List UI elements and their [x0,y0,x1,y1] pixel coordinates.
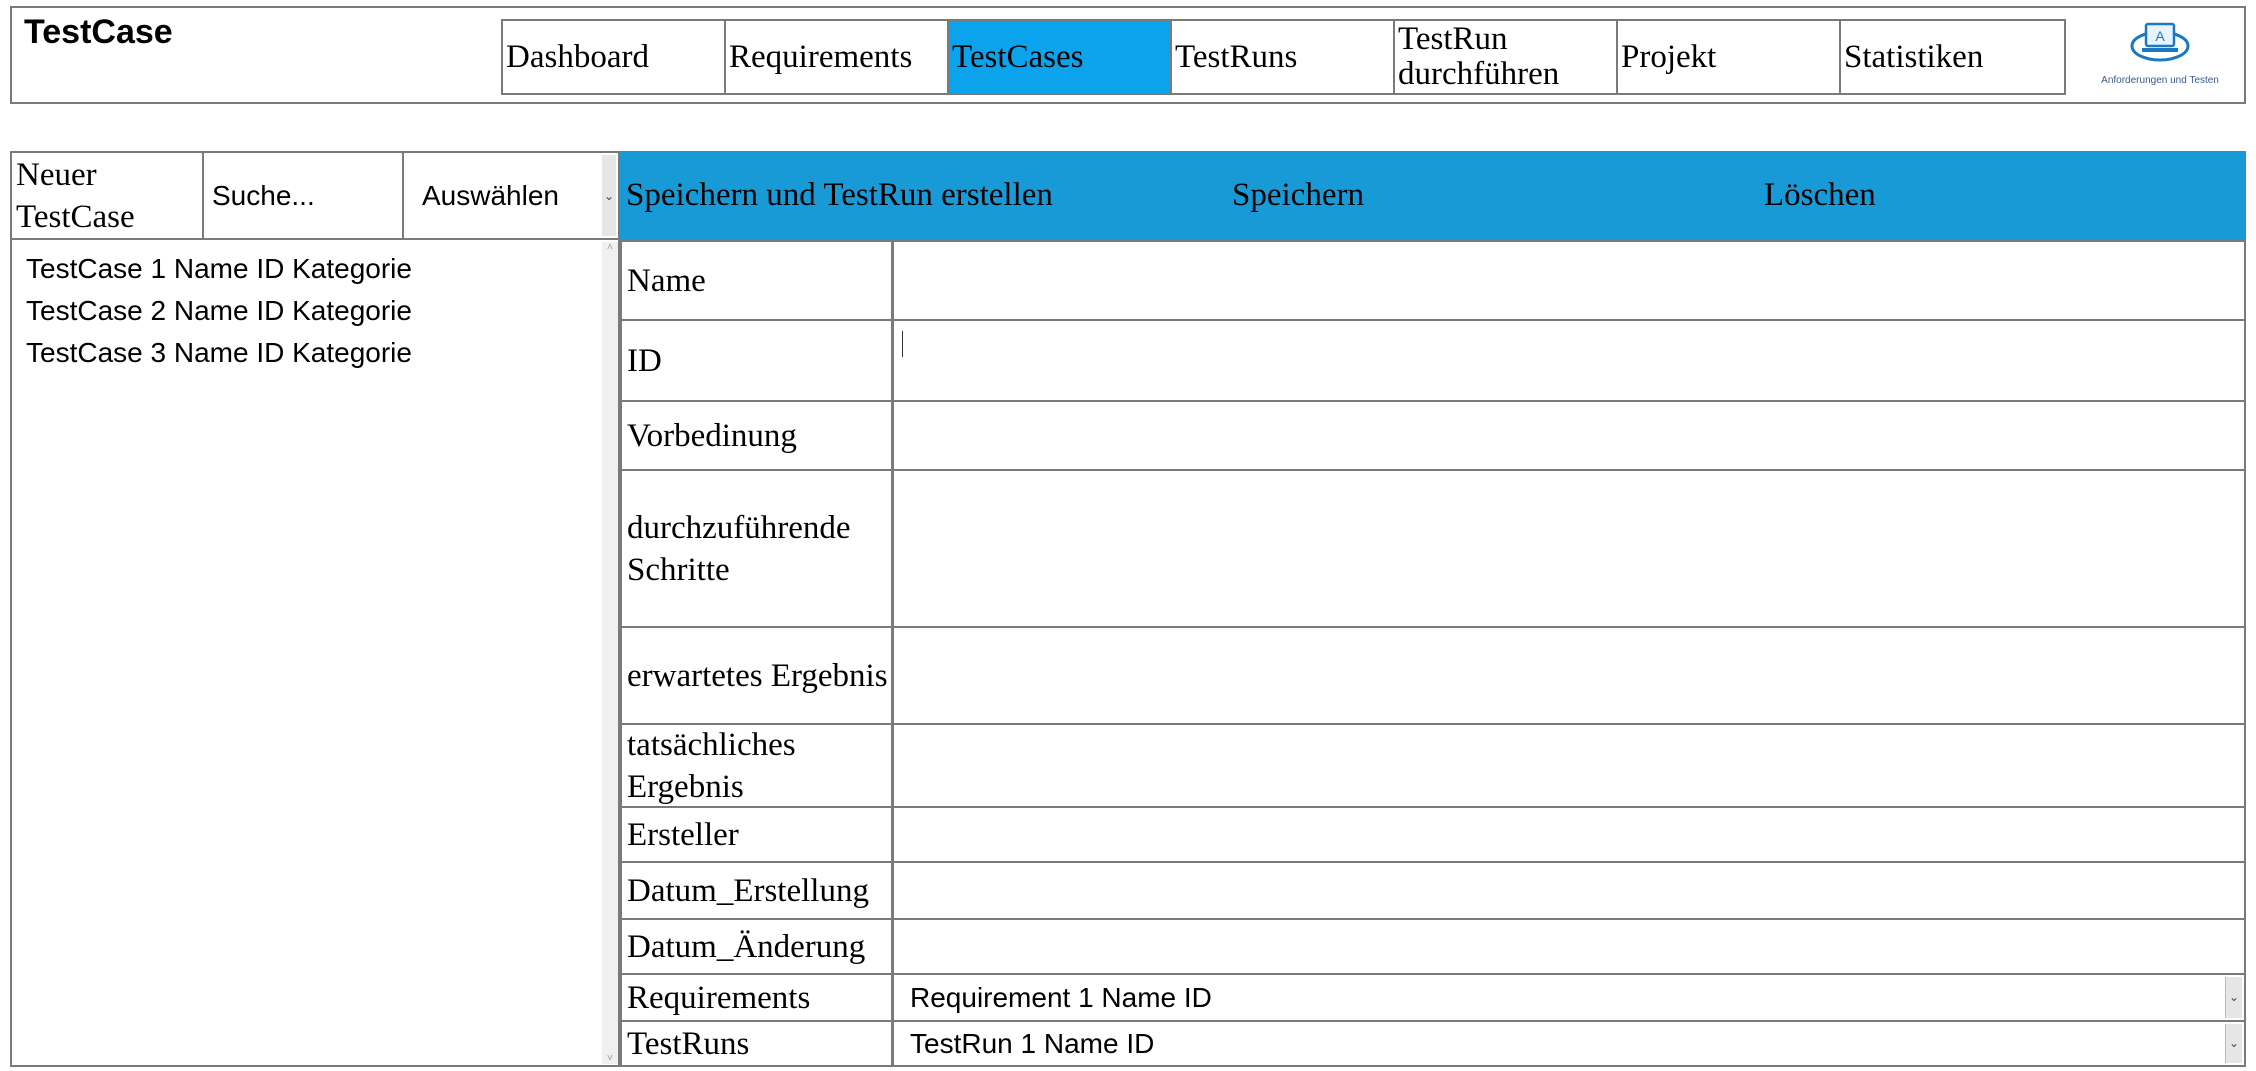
created-date-field[interactable] [894,863,2244,918]
actual-result-field[interactable] [894,725,2244,806]
scroll-down-icon[interactable]: ˅ [602,1053,618,1064]
list-item[interactable]: TestCase 2 Name ID Kategorie [26,290,412,332]
row-steps: durchzuführende Schritte [620,471,2246,628]
requirements-select[interactable]: Requirement 1 Name ID ⌄ [894,975,2244,1020]
modified-date-field[interactable] [894,920,2244,973]
new-testcase-button[interactable]: Neuer TestCase [10,151,204,240]
expected-result-field[interactable] [894,628,2244,723]
list-item[interactable]: TestCase 3 Name ID Kategorie [26,332,412,374]
label-precondition: Vorbedinung [622,402,894,469]
label-steps: durchzuführende Schritte [622,471,894,626]
label-id: ID [622,321,894,400]
row-creator: Ersteller [620,808,2246,863]
nav-projekt[interactable]: Projekt [1618,21,1841,93]
chevron-down-icon[interactable]: ⌄ [2225,1024,2242,1063]
requirements-value: Requirement 1 Name ID [910,981,1212,1013]
row-precondition: Vorbedinung [620,402,2246,471]
nav-statistiken[interactable]: Statistiken [1841,21,2064,93]
nav-testruns[interactable]: TestRuns [1172,21,1395,93]
creator-field[interactable] [894,808,2244,861]
svg-text:A: A [2155,28,2165,44]
row-testruns: TestRuns TestRun 1 Name ID ⌄ [620,1022,2246,1067]
label-name: Name [622,242,894,319]
search-input[interactable]: Suche... [202,151,404,240]
label-requirements: Requirements [622,975,894,1020]
logo-caption: Anforderungen und Testen [2101,75,2219,86]
id-field[interactable] [894,321,2244,400]
label-actual: tatsächliches Ergebnis [622,725,894,806]
text-caret [902,331,903,357]
precondition-field[interactable] [894,402,2244,469]
testruns-select[interactable]: TestRun 1 Name ID ⌄ [894,1022,2244,1065]
label-expected: erwartetes Ergebnis [622,628,894,723]
main-nav: Dashboard Requirements TestCases TestRun… [501,19,2066,95]
row-actual: tatsächliches Ergebnis [620,725,2246,808]
delete-button[interactable]: Löschen [1758,151,2246,240]
steps-field[interactable] [894,471,2244,626]
row-name: Name [620,240,2246,321]
laptop-a-logo-icon: A [2130,22,2190,62]
label-created: Datum_Erstellung [622,863,894,918]
app-logo: A Anforderungen und Testen [2100,18,2220,98]
row-id: ID [620,321,2246,402]
save-and-create-testrun-button[interactable]: Speichern und TestRun erstellen [620,151,1228,240]
row-created: Datum_Erstellung [620,863,2246,920]
testcase-list: TestCase 1 Name ID Kategorie TestCase 2 … [26,248,412,374]
label-creator: Ersteller [622,808,894,861]
chevron-down-icon[interactable]: ⌄ [2225,977,2242,1018]
row-requirements: Requirements Requirement 1 Name ID ⌄ [620,975,2246,1022]
page-title: TestCase [24,13,173,51]
select-label: Auswählen [422,179,559,211]
testruns-value: TestRun 1 Name ID [910,1027,1155,1059]
scroll-up-icon[interactable]: ˄ [602,242,618,253]
chevron-down-icon[interactable]: ⌄ [602,155,616,236]
label-modified: Datum_Änderung [622,920,894,973]
row-modified: Datum_Änderung [620,920,2246,975]
nav-requirements[interactable]: Requirements [726,21,949,93]
nav-dashboard[interactable]: Dashboard [503,21,726,93]
nav-testrun-execute[interactable]: TestRun durchführen [1395,21,1618,93]
select-dropdown[interactable]: Auswählen ⌄ [402,151,620,240]
list-item[interactable]: TestCase 1 Name ID Kategorie [26,248,412,290]
nav-testcases[interactable]: TestCases [949,21,1172,93]
label-testruns: TestRuns [622,1022,894,1065]
name-field[interactable] [894,242,2244,319]
list-scrollbar[interactable]: ˄ ˅ [602,242,618,1064]
save-button[interactable]: Speichern [1226,151,1760,240]
row-expected: erwartetes Ergebnis [620,628,2246,725]
testcase-form: Name ID Vorbedinung durchzuführende Schr… [620,240,2246,1067]
